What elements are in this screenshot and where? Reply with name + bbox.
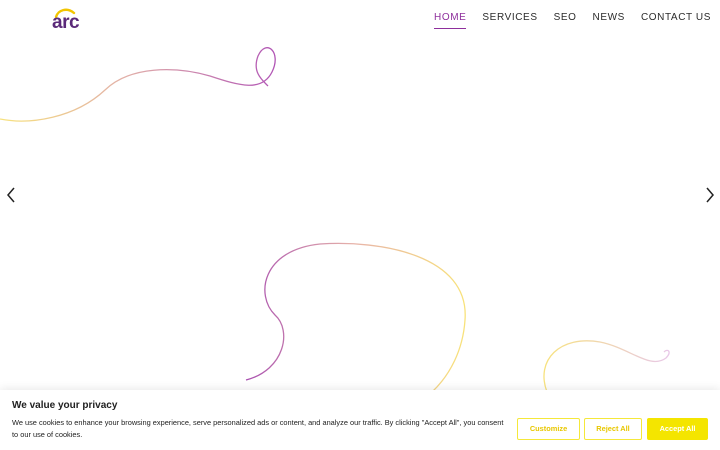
reject-all-button[interactable]: Reject All xyxy=(584,418,642,440)
nav-item-seo[interactable]: SEO xyxy=(554,12,577,24)
nav-item-home[interactable]: HOME xyxy=(434,12,467,29)
logo-text: arc xyxy=(52,12,80,33)
decor-curve-right xyxy=(543,340,670,393)
decor-curve-top xyxy=(0,47,276,122)
cookie-banner-title: We value your privacy xyxy=(12,400,118,411)
slider-prev-button[interactable] xyxy=(5,187,17,203)
accept-all-button[interactable]: Accept All xyxy=(647,418,708,440)
nav-item-contact-us[interactable]: CONTACT US xyxy=(641,12,711,24)
chevron-left-icon xyxy=(7,187,15,203)
decorative-lines xyxy=(0,47,670,393)
customize-button[interactable]: Customize xyxy=(517,418,580,440)
nav-item-news[interactable]: NEWS xyxy=(593,12,625,24)
nav-item-services[interactable]: SERVICES xyxy=(482,12,537,24)
slider-next-button[interactable] xyxy=(704,187,716,203)
brand-logo[interactable]: arc xyxy=(52,8,82,32)
site-header: arc HOME SERVICES SEO NEWS CONTACT US xyxy=(0,0,720,40)
chevron-right-icon xyxy=(706,187,714,203)
cookie-banner-text: We use cookies to enhance your browsing … xyxy=(12,418,504,439)
decor-curve-middle xyxy=(245,242,466,393)
main-navigation: HOME SERVICES SEO NEWS CONTACT US xyxy=(434,12,711,29)
